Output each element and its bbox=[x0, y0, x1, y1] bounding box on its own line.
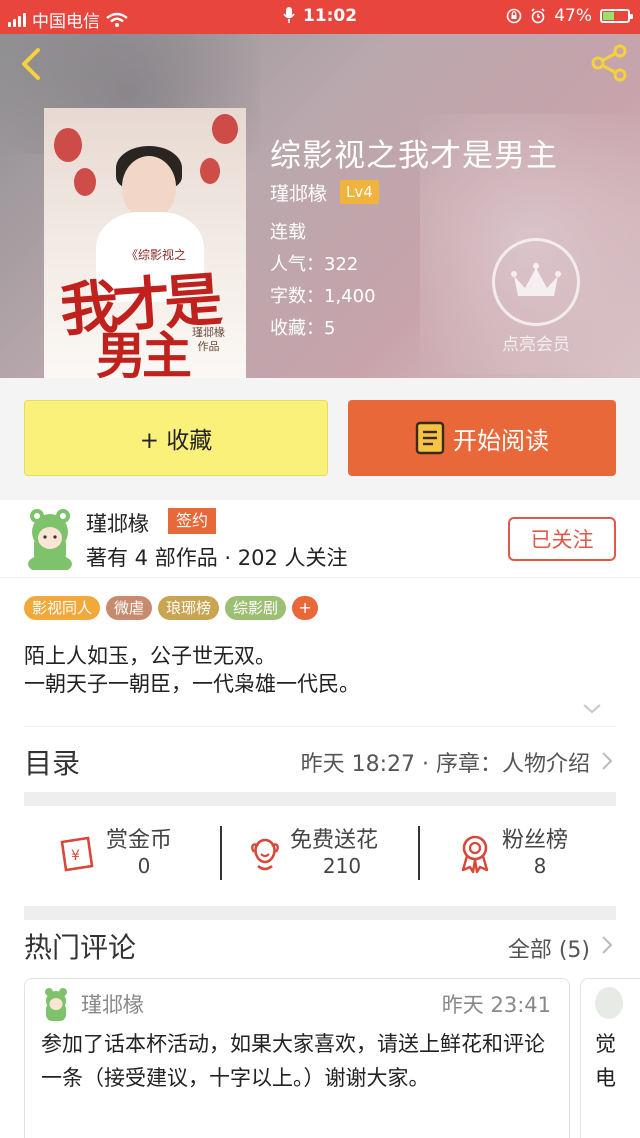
collect-button[interactable]: + 收藏 bbox=[24, 400, 328, 476]
commenter-avatar[interactable] bbox=[41, 987, 71, 1021]
divider bbox=[24, 726, 616, 727]
commenter-name[interactable]: 瑾邶椽 bbox=[81, 989, 144, 1019]
book-icon bbox=[415, 421, 445, 455]
comment-card[interactable]: 瑾邶椽 昨天 23:41 参加了话本杯活动，如果大家喜欢，请送上鲜花和评论一条（… bbox=[24, 978, 570, 1138]
hot-comments-title: 热门评论 bbox=[24, 931, 137, 964]
chevron-right-icon[interactable] bbox=[600, 934, 614, 956]
author-summary: 著有 4 部作品 · 202 人关注 bbox=[86, 546, 348, 570]
crown-icon bbox=[511, 263, 561, 296]
tag-item[interactable]: 影视同人 bbox=[24, 596, 101, 620]
stats-bar: ¥ 赏金币 0 免费送花 210 粉丝榜 8 bbox=[24, 806, 616, 904]
action-bar: + 收藏 开始阅读 bbox=[0, 378, 640, 500]
vip-button[interactable]: 点亮会员 bbox=[490, 238, 582, 355]
medal-icon bbox=[461, 835, 489, 874]
vip-label: 点亮会员 bbox=[502, 335, 570, 355]
cover-title-line2: 男主 bbox=[96, 326, 192, 378]
back-icon[interactable] bbox=[14, 44, 50, 84]
flower-value: 210 bbox=[322, 854, 362, 878]
tag-item[interactable]: 微虐 bbox=[106, 596, 153, 620]
chevron-right-icon bbox=[602, 752, 613, 770]
author-level-badge: Lv4 bbox=[340, 180, 379, 204]
start-reading-button[interactable]: 开始阅读 bbox=[348, 400, 616, 476]
tag-item[interactable]: 综影剧 bbox=[225, 596, 287, 620]
expand-chevron-icon[interactable] bbox=[580, 700, 604, 718]
book-status: 连载 bbox=[270, 222, 306, 243]
reward-label: 赏金币 bbox=[106, 828, 173, 853]
fans-rank-button[interactable]: 粉丝榜 8 bbox=[420, 806, 616, 904]
table-of-contents-row[interactable]: 目录 昨天 18:27 · 序章：人物介绍 bbox=[0, 728, 640, 792]
reward-coins-button[interactable]: ¥ 赏金币 0 bbox=[24, 806, 220, 904]
reward-value: 0 bbox=[137, 854, 151, 878]
intro-line: 陌上人如玉，公子世无双。 bbox=[24, 644, 276, 668]
clock-label: 11:02 bbox=[302, 6, 358, 26]
author-avatar[interactable] bbox=[22, 506, 78, 570]
fans-label: 粉丝榜 bbox=[502, 828, 569, 853]
section-divider bbox=[24, 792, 616, 806]
flower-icon bbox=[251, 838, 279, 871]
status-bar: 中国电信 11:02 47% bbox=[0, 0, 640, 34]
microphone-icon bbox=[283, 7, 295, 23]
cover-byline: 瑾邶椽 作品 bbox=[192, 326, 225, 353]
book-intro: 陌上人如玉，公子世无双。 一朝天子一朝臣，一代枭雄一代民。 bbox=[24, 642, 360, 698]
free-flower-button[interactable]: 免费送花 210 bbox=[222, 806, 418, 904]
book-author[interactable]: 瑾邶椽 bbox=[270, 179, 327, 206]
fans-value: 8 bbox=[533, 854, 547, 878]
flower-label: 免费送花 bbox=[290, 828, 379, 853]
more-tags-button[interactable]: + bbox=[292, 596, 319, 620]
signed-badge: 签约 bbox=[168, 508, 217, 534]
toc-title: 目录 bbox=[24, 747, 81, 780]
rotation-lock-icon bbox=[506, 8, 522, 24]
book-header: 《综影视之 我才是 男主 瑾邶椽 作品 综影视之我才是男主 瑾邶椽 Lv4 连载… bbox=[0, 34, 640, 378]
battery-icon bbox=[600, 9, 633, 23]
comment-time: 昨天 23:41 bbox=[441, 993, 551, 1017]
hot-comments-header: 热门评论 全部 (5) bbox=[0, 918, 640, 976]
alarm-icon bbox=[531, 8, 545, 24]
book-word-count: 字数：1,400 bbox=[270, 286, 376, 307]
svg-text:¥: ¥ bbox=[71, 848, 80, 864]
share-icon[interactable] bbox=[588, 42, 630, 84]
comment-text: 参加了话本杯活动，如果大家喜欢，请送上鲜花和评论一条（接受建议，十字以上。）谢谢… bbox=[41, 1032, 545, 1090]
author-row: 瑾邶椽 签约 著有 4 部作品 · 202 人关注 已关注 bbox=[0, 500, 640, 578]
red-envelope-icon: ¥ bbox=[60, 836, 94, 872]
commenter-avatar[interactable] bbox=[595, 987, 623, 1019]
book-cover[interactable]: 《综影视之 我才是 男主 瑾邶椽 作品 bbox=[44, 108, 246, 378]
book-favorites: 收藏：5 bbox=[270, 318, 336, 339]
comment-card[interactable]: 觉 电 bbox=[580, 978, 640, 1138]
all-comments-link[interactable]: 全部 (5) bbox=[508, 932, 590, 964]
book-title: 综影视之我才是男主 bbox=[270, 138, 558, 174]
tag-item[interactable]: 琅琊榜 bbox=[158, 596, 220, 620]
book-popularity: 人气：322 bbox=[270, 254, 359, 275]
tag-list: 影视同人 微虐 琅琊榜 综影剧 + bbox=[24, 596, 319, 620]
follow-button[interactable]: 已关注 bbox=[508, 517, 616, 561]
latest-chapter: 昨天 18:27 · 序章：人物介绍 bbox=[300, 752, 590, 777]
intro-line: 一朝天子一朝臣，一代枭雄一代民。 bbox=[24, 672, 360, 696]
status-right: 47% bbox=[506, 6, 633, 26]
comment-text-peek: 觉 电 bbox=[595, 1032, 616, 1090]
author-name[interactable]: 瑾邶椽 bbox=[86, 508, 149, 538]
battery-percent: 47% bbox=[554, 6, 592, 26]
start-reading-label: 开始阅读 bbox=[453, 426, 549, 455]
